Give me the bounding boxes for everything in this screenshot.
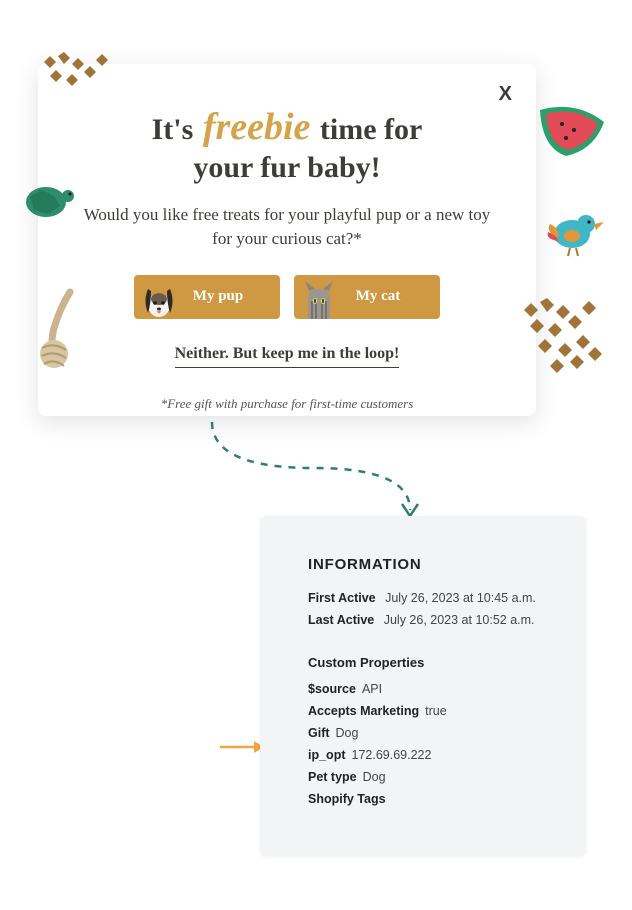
custom-property-row: Pet type Dog <box>308 770 556 784</box>
highlight-arrow-icon <box>218 740 264 754</box>
last-active-row: Last Active July 26, 2023 at 10:52 a.m. <box>308 613 556 627</box>
custom-property-value: 172.69.69.222 <box>352 748 432 762</box>
my-cat-label: My cat <box>356 288 401 305</box>
custom-property-row: ip_opt 172.69.69.222 <box>308 748 556 762</box>
custom-property-value: Dog <box>336 726 359 740</box>
watermelon-toy-icon <box>536 104 608 160</box>
custom-property-key: Accepts Marketing <box>308 704 419 718</box>
popup-headline: It's freebie time for your fur baby! <box>72 104 502 187</box>
my-pup-button[interactable]: My pup <box>134 275 280 319</box>
bird-toy-icon <box>546 206 606 260</box>
custom-property-key: ip_opt <box>308 748 346 762</box>
treats-icon <box>516 298 610 388</box>
rope-toy-icon <box>30 288 94 372</box>
cat-icon <box>296 279 342 319</box>
popup-subhead: Would you like free treats for your play… <box>72 203 502 251</box>
my-pup-label: My pup <box>193 288 243 305</box>
info-panel-title: INFORMATION <box>308 556 556 573</box>
close-icon[interactable]: X <box>499 84 512 104</box>
custom-property-value: API <box>362 682 382 696</box>
treats-icon <box>38 52 116 96</box>
headline-accent: freebie <box>201 106 313 148</box>
popup-disclaimer: *Free gift with purchase for first-time … <box>72 396 502 412</box>
custom-property-key: Shopify Tags <box>308 792 386 806</box>
custom-property-row: $source API <box>308 682 556 696</box>
custom-property-key: $source <box>308 682 356 696</box>
connector-arrow-icon <box>204 418 434 522</box>
choice-button-row: My pup My cat <box>72 275 502 319</box>
custom-property-row: Gift Dog <box>308 726 556 740</box>
neither-link[interactable]: Neither. But keep me in the loop! <box>175 345 400 368</box>
freebie-popup: X It's freebie time for your fur baby! W… <box>38 64 536 416</box>
first-active-row: First Active July 26, 2023 at 10:45 a.m. <box>308 591 556 605</box>
last-active-value: July 26, 2023 at 10:52 a.m. <box>384 613 535 627</box>
custom-property-value: Dog <box>363 770 386 784</box>
custom-property-value: true <box>425 704 447 718</box>
headline-part-2: time for <box>320 113 422 146</box>
first-active-value: July 26, 2023 at 10:45 a.m. <box>385 591 536 605</box>
custom-property-key: Pet type <box>308 770 357 784</box>
my-cat-button[interactable]: My cat <box>294 275 440 319</box>
custom-property-row: Accepts Marketing true <box>308 704 556 718</box>
information-panel: INFORMATION First Active July 26, 2023 a… <box>260 516 586 856</box>
dog-icon <box>136 279 182 319</box>
headline-part-1: It's <box>152 113 194 146</box>
custom-property-row: Shopify Tags <box>308 792 556 806</box>
custom-property-key: Gift <box>308 726 330 740</box>
custom-properties-heading: Custom Properties <box>308 655 556 670</box>
last-active-label: Last Active <box>308 613 374 627</box>
custom-properties-list: $source API Accepts Marketing true Gift Dog ip… <box>308 682 556 806</box>
turtle-toy-icon <box>20 176 78 226</box>
first-active-label: First Active <box>308 591 376 605</box>
headline-line-2: your fur baby! <box>193 151 380 184</box>
